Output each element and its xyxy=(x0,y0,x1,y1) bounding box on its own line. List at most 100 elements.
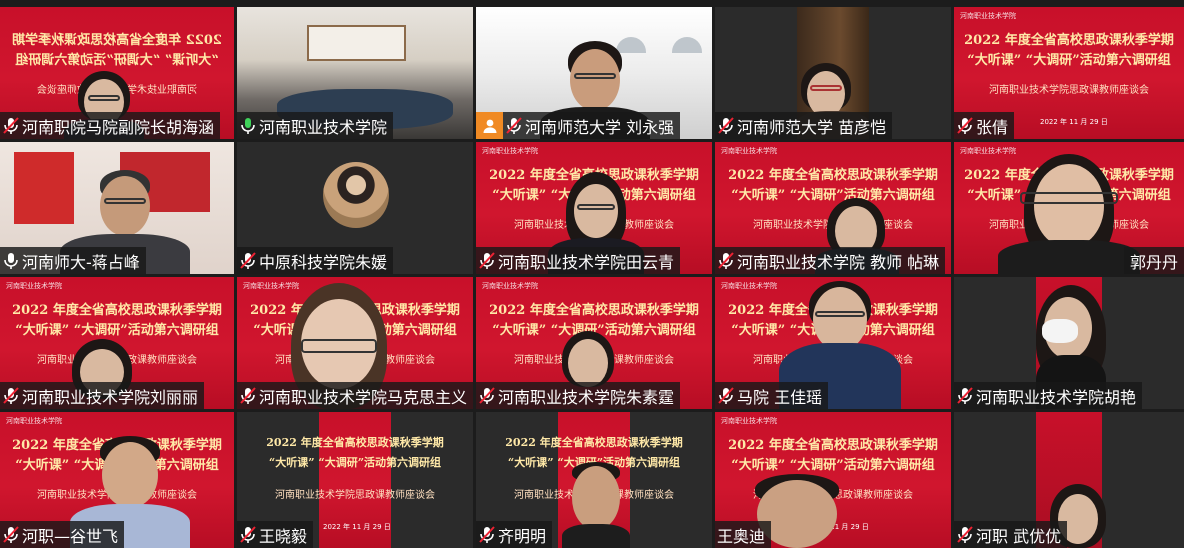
participant-name-label: 河南职业技术学院朱素霆 xyxy=(476,382,681,409)
participant-name-label: 王晓毅 xyxy=(237,521,314,548)
school-logo: 河南职业技术学院 xyxy=(721,417,777,425)
video-tile[interactable]: 河南职业技术学院 2022 年度全省高校思政课秋季学期 “大听课” “大调研”活… xyxy=(715,277,951,409)
participant-name: 河南职业技术学院朱素霆 xyxy=(498,387,675,407)
banner-title-line2: “大听课” “大调研”活动第六调研组 xyxy=(15,53,219,68)
participant-name-label: 河南职业技术学院 xyxy=(237,112,394,139)
mic-muted-icon[interactable] xyxy=(954,521,976,548)
video-tile[interactable]: 河南职业技术学院 2022 年度全省高校思政课秋季学期 “大听课” “大调研”活… xyxy=(954,142,1184,274)
mic-muted-icon[interactable] xyxy=(476,247,498,274)
participant-name-label: 河南职业技术学院胡艳 xyxy=(954,382,1143,409)
banner-subtitle: 河南职业技术学院思政课教师座谈会 xyxy=(275,490,435,501)
banner-title-line2: “大听课” “大调研”活动第六调研组 xyxy=(731,458,935,473)
participant-name-label: 郭丹丹 xyxy=(1123,247,1184,274)
participant-name-label: 河南师范大学 刘永强 xyxy=(503,112,681,139)
mic-icon[interactable] xyxy=(237,112,259,139)
participant-name: 齐明明 xyxy=(498,526,547,546)
mic-muted-icon[interactable] xyxy=(715,382,737,409)
video-tile[interactable]: 河职 武优优 xyxy=(954,412,1184,548)
participant-name-label: 中原科技学院朱媛 xyxy=(237,247,394,274)
video-tile[interactable]: 河南职业技术学院胡艳 xyxy=(954,277,1184,409)
video-tile[interactable]: 河南职业技术学院 2022 年度全省高校思政课秋季学期 “大听课” “大调研”活… xyxy=(476,142,712,274)
school-logo: 河南职业技术学院 xyxy=(243,282,299,290)
mic-icon[interactable] xyxy=(0,247,22,274)
mic-muted-icon[interactable] xyxy=(237,382,259,409)
banner-subtitle: 河南职业技术学院思政课教师座谈会 xyxy=(989,85,1149,96)
participant-name-label: 河南职业技术学院马克思主义 xyxy=(237,382,473,409)
mic-muted-icon[interactable] xyxy=(0,112,22,139)
video-tile[interactable]: 2022 年度全省高校思政课秋季学期 “大听课” “大调研”活动第六调研组 河南… xyxy=(237,412,473,548)
school-logo: 河南职业技术学院 xyxy=(960,12,1016,20)
participant-name: 中原科技学院朱媛 xyxy=(259,252,388,272)
participant-name: 郭丹丹 xyxy=(1129,252,1178,272)
video-tile[interactable]: 河南师范大学 苗彦恺 xyxy=(715,7,951,139)
participant-name: 河南职业技术学院 xyxy=(259,117,388,137)
participant-name-label: 河南职院马院副院长胡海涵 xyxy=(0,112,221,139)
video-tile[interactable]: 河南师范大学 刘永强 xyxy=(476,7,712,139)
banner-date: 2022 年 11 月 29 日 xyxy=(1040,118,1108,126)
banner-title-line2: “大听课” “大调研”活动第六调研组 xyxy=(15,323,219,338)
school-logo: 河南职业技术学院 xyxy=(6,282,62,290)
video-tile[interactable]: 2022 年度全省高校思政课秋季学期 “大听课” “大调研”活动第六调研组 河南… xyxy=(0,7,234,139)
banner-title-line2: “大听课” “大调研”活动第六调研组 xyxy=(268,456,442,469)
participant-name: 王奥迪 xyxy=(717,526,766,546)
participant-name-label: 齐明明 xyxy=(476,521,553,548)
participant-name: 河南职业技术学院刘丽丽 xyxy=(22,387,199,407)
banner-title-line1: 2022 年度全省高校思政课秋季学期 xyxy=(266,436,444,449)
participant-name: 河南职院马院副院长胡海涵 xyxy=(22,117,215,137)
video-tile[interactable]: 河南职业技术学院 2022 年度全省高校思政课秋季学期 “大听课” “大调研”活… xyxy=(476,277,712,409)
banner-background: 2022 年度全省高校思政课秋季学期 “大听课” “大调研”活动第六调研组 河南… xyxy=(266,412,444,548)
video-tile[interactable]: 河南职业技术学院 2022 年度全省高校思政课秋季学期 “大听课” “大调研”活… xyxy=(0,277,234,409)
participant-name: 河南师大-蒋占峰 xyxy=(22,252,140,272)
video-grid: 2022 年度全省高校思政课秋季学期 “大听课” “大调研”活动第六调研组 河南… xyxy=(0,7,1184,548)
banner-title-line2: “大听课” “大调研”活动第六调研组 xyxy=(967,53,1171,68)
mic-muted-icon[interactable] xyxy=(503,112,525,139)
mic-muted-icon[interactable] xyxy=(954,382,976,409)
mic-muted-icon[interactable] xyxy=(476,521,498,548)
participant-name-label: 河职—谷世飞 xyxy=(0,521,125,548)
participant-name-label: 河南职业技术学院田云青 xyxy=(476,247,681,274)
banner-title-line1: 2022 年度全省高校思政课秋季学期 xyxy=(728,168,938,183)
school-logo: 河南职业技术学院 xyxy=(482,147,538,155)
participant-name: 马院 王佳瑶 xyxy=(737,387,823,407)
video-tile-active-speaker[interactable]: 河南职业技术学院 xyxy=(237,7,473,139)
mic-muted-icon[interactable] xyxy=(0,521,22,548)
participant-name: 河南师范大学 苗彦恺 xyxy=(737,117,887,137)
mic-muted-icon[interactable] xyxy=(715,247,737,274)
participant-name: 河职—谷世飞 xyxy=(22,526,119,546)
participant-name: 河南职业技术学院田云青 xyxy=(498,252,675,272)
mic-muted-icon[interactable] xyxy=(476,382,498,409)
video-tile[interactable]: 河南职业技术学院 2022 年度全省高校思政课秋季学期 “大听课” “大调研”活… xyxy=(0,412,234,548)
school-logo: 河南职业技术学院 xyxy=(721,282,777,290)
participant-name: 河南职业技术学院马克思主义 xyxy=(259,387,468,407)
participant-name: 河南职业技术学院 教师 帖琳 xyxy=(737,252,940,272)
mic-muted-icon[interactable] xyxy=(715,112,737,139)
school-logo: 河南职业技术学院 xyxy=(482,282,538,290)
school-logo: 河南职业技术学院 xyxy=(721,147,777,155)
mic-muted-icon[interactable] xyxy=(237,247,259,274)
school-logo: 河南职业技术学院 xyxy=(960,147,1016,155)
mic-muted-icon[interactable] xyxy=(237,521,259,548)
video-tile[interactable]: 2022 年度全省高校思政课秋季学期 “大听课” “大调研”活动第六调研组 河南… xyxy=(476,412,712,548)
video-tile[interactable]: 河南职业技术学院 2022 年度全省高校思政课秋季学期 “大听课” “大调研”活… xyxy=(715,142,951,274)
banner-title-line1: 2022 年度全省高校思政课秋季学期 xyxy=(12,303,222,318)
participant-name-label: 河职 武优优 xyxy=(954,521,1068,548)
mic-muted-icon[interactable] xyxy=(0,382,22,409)
video-tile[interactable]: 河南职业技术学院 2022 年度全省高校思政课秋季学期 “大听课” “大调研”活… xyxy=(954,7,1184,139)
video-tile[interactable]: 河南职业技术学院 2022 年度全省高校思政课秋季学期 “大听课” “大调研”活… xyxy=(237,277,473,409)
participant-name-label: 马院 王佳瑶 xyxy=(715,382,829,409)
banner-title-line1: 2022 年度全省高校思政课秋季学期 xyxy=(505,436,683,449)
participant-name-label: 河南师范大学 苗彦恺 xyxy=(715,112,893,139)
person-icon xyxy=(476,112,503,139)
video-tile[interactable]: 河南职业技术学院 2022 年度全省高校思政课秋季学期 “大听课” “大调研”活… xyxy=(715,412,951,548)
banner-title-line2: “大听课” “大调研”活动第六调研组 xyxy=(731,188,935,203)
participant-name-label: 张倩 xyxy=(954,112,1015,139)
participant-name-label: 河南职业技术学院 教师 帖琳 xyxy=(715,247,946,274)
mic-muted-icon[interactable] xyxy=(954,112,976,139)
video-tile[interactable]: 中原科技学院朱媛 xyxy=(237,142,473,274)
avatar xyxy=(323,162,389,228)
banner-title-line1: 2022 年度全省高校思政课秋季学期 xyxy=(489,303,699,318)
video-tile[interactable]: 河南师大-蒋占峰 xyxy=(0,142,234,274)
banner-title-line1: 2022 年度全省高校思政课秋季学期 xyxy=(728,438,938,453)
school-logo: 河南职业技术学院 xyxy=(6,417,62,425)
participant-name: 王晓毅 xyxy=(259,526,308,546)
